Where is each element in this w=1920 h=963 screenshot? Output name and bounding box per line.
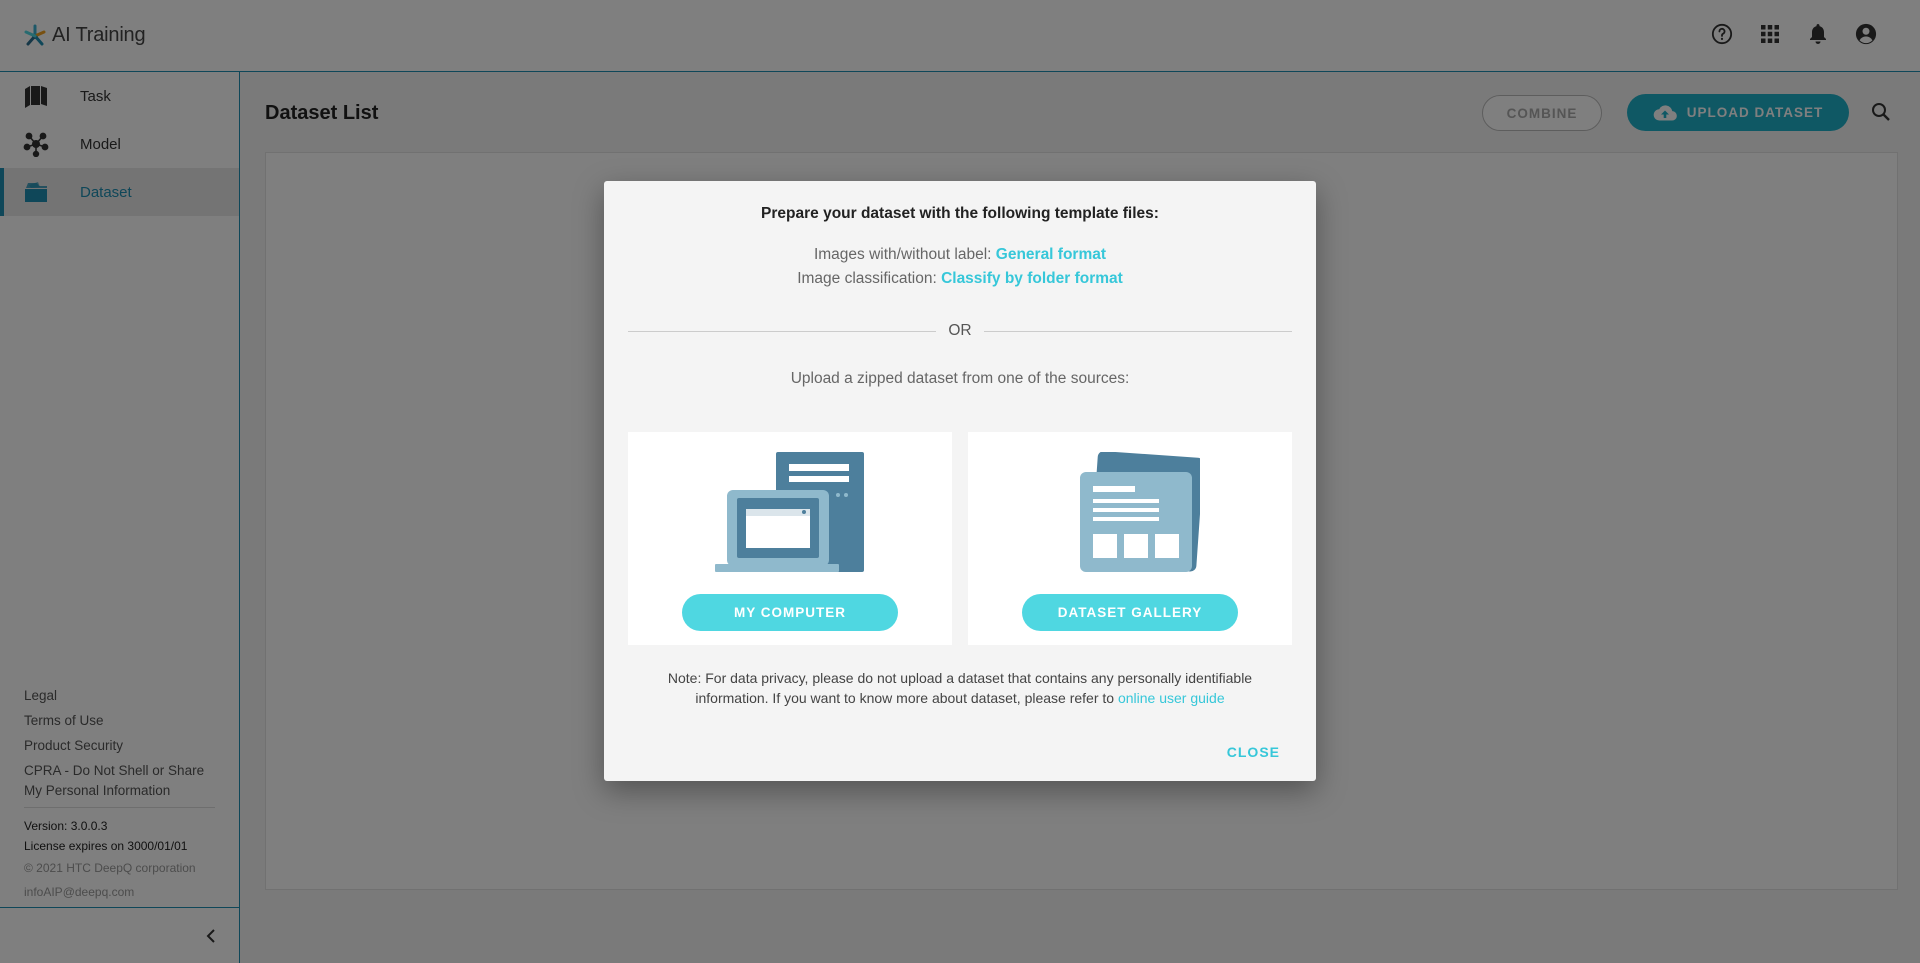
or-divider: OR [628,321,1292,341]
upload-dataset-dialog: Prepare your dataset with the following … [604,181,1316,781]
dialog-heading: Prepare your dataset with the following … [761,205,1159,222]
or-text: OR [948,322,972,339]
template-line-label: Image classification: [797,270,942,287]
template-line-classify: Image classification: Classify by folder… [604,270,1316,288]
close-button[interactable]: CLOSE [1227,744,1280,760]
classify-by-folder-format-link[interactable]: Classify by folder format [941,270,1123,287]
general-format-link[interactable]: General format [996,246,1106,263]
privacy-note: Note: For data privacy, please do not up… [644,668,1276,708]
template-line-general: Images with/without label: General forma… [604,246,1316,264]
gallery-illustration-icon [1080,452,1200,572]
dataset-gallery-button[interactable]: DATASET GALLERY [1022,594,1238,631]
computer-illustration-icon [715,452,864,572]
my-computer-card[interactable]: MY COMPUTER [628,432,952,645]
my-computer-button[interactable]: MY COMPUTER [682,594,898,631]
online-user-guide-link[interactable]: online user guide [1118,690,1225,706]
dataset-gallery-card[interactable]: DATASET GALLERY [968,432,1292,645]
template-line-label: Images with/without label: [813,246,996,263]
upload-instruction: Upload a zipped dataset from one of the … [790,370,1130,387]
